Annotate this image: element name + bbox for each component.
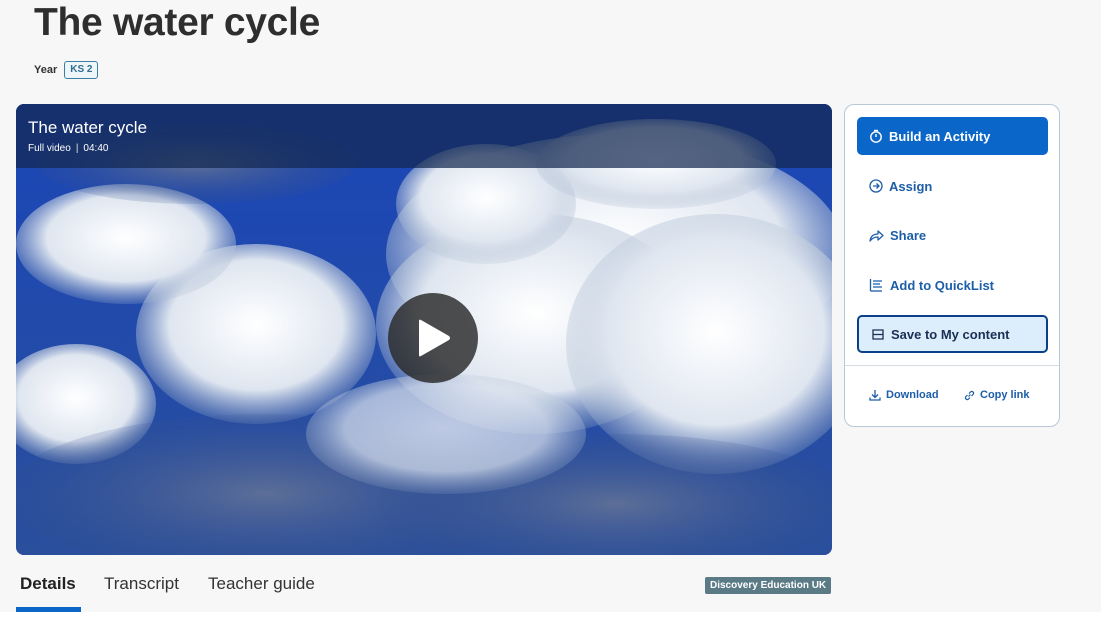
arrow-circle-icon [869,179,883,193]
tab-details-label: Details [20,574,76,593]
play-button[interactable] [388,293,478,383]
provider-badge: Discovery Education UK [705,577,832,594]
panel-divider [845,365,1059,366]
tab-teacher-guide-label: Teacher guide [208,574,315,593]
video-meta: Full video | 04:40 [28,143,108,154]
content-area-edge [0,612,1101,626]
save-to-my-content-button[interactable]: Save to My content [857,315,1048,353]
link-icon [964,390,975,400]
add-to-quicklist-button[interactable]: Add to QuickList [857,266,1048,304]
tab-transcript-label: Transcript [104,574,179,593]
video-title: The water cycle [28,118,148,137]
video-type: Full video [28,143,71,154]
year-row: Year KS 2 [34,61,99,79]
page: The water cycle Year KS 2 The water cycl… [0,0,1101,626]
save-icon [872,328,884,340]
copy-link-label: Copy link [980,389,1030,401]
save-to-my-content-label: Save to My content [891,326,1010,342]
video-player[interactable]: The water cycle Full video | 04:40 [16,104,832,555]
share-label: Share [890,227,927,243]
video-header: The water cycle Full video | 04:40 [16,104,832,168]
content-tabs: Details Transcript Teacher guide [16,568,338,612]
tab-details[interactable]: Details [16,568,104,612]
assign-label: Assign [889,178,933,194]
build-activity-label: Build an Activity [889,128,991,144]
key-stage-badge[interactable]: KS 2 [64,61,99,79]
page-title: The water cycle [34,1,320,44]
video-duration: 04:40 [83,143,109,154]
share-icon [869,229,884,242]
assign-button[interactable]: Assign [857,167,1048,205]
play-icon [419,319,450,357]
quicklist-icon [869,279,882,292]
copy-link-button[interactable]: Copy link [964,389,1030,401]
tab-transcript[interactable]: Transcript [104,568,208,612]
download-button[interactable]: Download [869,389,939,401]
stopwatch-icon [870,129,882,143]
year-label: Year [34,64,58,76]
share-button[interactable]: Share [857,216,1048,254]
download-icon [869,390,881,401]
actions-panel: Build an Activity Assign Share Add to Qu… [844,104,1060,427]
build-activity-button[interactable]: Build an Activity [857,117,1048,155]
tab-teacher-guide[interactable]: Teacher guide [208,568,338,612]
add-to-quicklist-label: Add to QuickList [890,277,994,293]
download-label: Download [886,389,939,401]
meta-separator: | [75,143,79,154]
